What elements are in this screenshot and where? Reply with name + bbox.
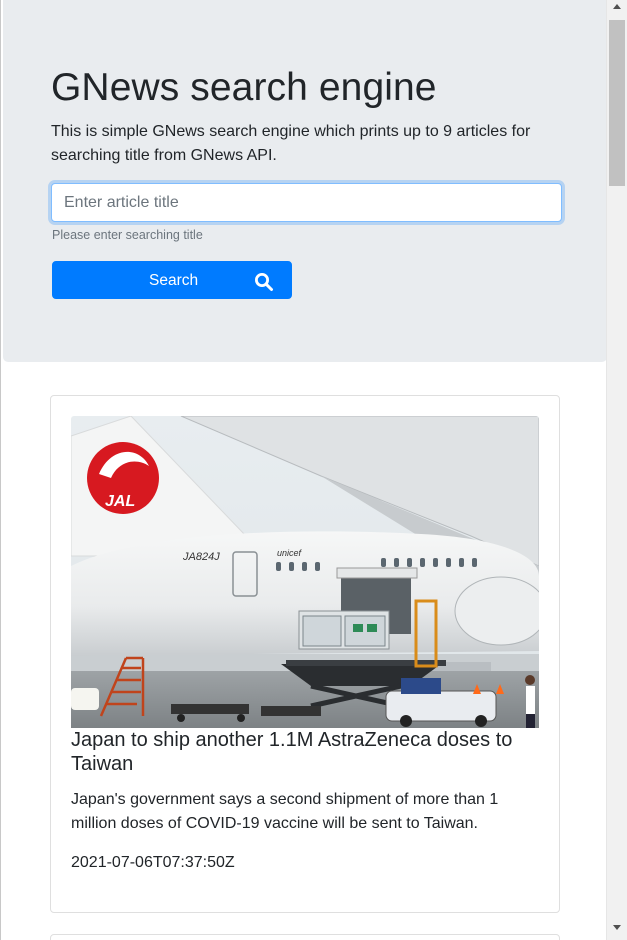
unicef-text: unicef <box>277 548 303 558</box>
article-description: Japan's government says a second shipmen… <box>71 791 499 832</box>
search-button-label: Search <box>149 272 199 289</box>
search-icon <box>255 273 273 291</box>
search-help-text: Please enter searching title <box>52 228 203 242</box>
page-title: GNews search engine <box>51 66 437 109</box>
search-input[interactable] <box>51 183 562 222</box>
scroll-down-arrow-icon[interactable] <box>613 925 621 930</box>
registration-text: JA824J <box>182 551 220 563</box>
article-card-next <box>50 934 560 940</box>
page-description: This is simple GNews search engine which… <box>51 123 531 164</box>
jal-logo-text: JAL <box>105 493 135 510</box>
header-jumbotron: GNews search engine This is simple GNews… <box>3 0 606 362</box>
scrollbar-thumb[interactable] <box>609 20 625 186</box>
article-card: JAL JA824J unicef Japan to ship another … <box>50 395 560 913</box>
page-viewport: GNews search engine This is simple GNews… <box>0 0 606 940</box>
vertical-scrollbar[interactable] <box>606 0 627 940</box>
article-title[interactable]: Japan to ship another 1.1M AstraZeneca d… <box>71 728 539 776</box>
search-button[interactable]: Search <box>52 261 292 299</box>
airplane-image: JAL JA824J unicef <box>71 416 539 728</box>
article-image: JAL JA824J unicef <box>71 416 539 728</box>
scroll-up-arrow-icon[interactable] <box>613 4 621 9</box>
article-date: 2021-07-06T07:37:50Z <box>71 854 235 871</box>
